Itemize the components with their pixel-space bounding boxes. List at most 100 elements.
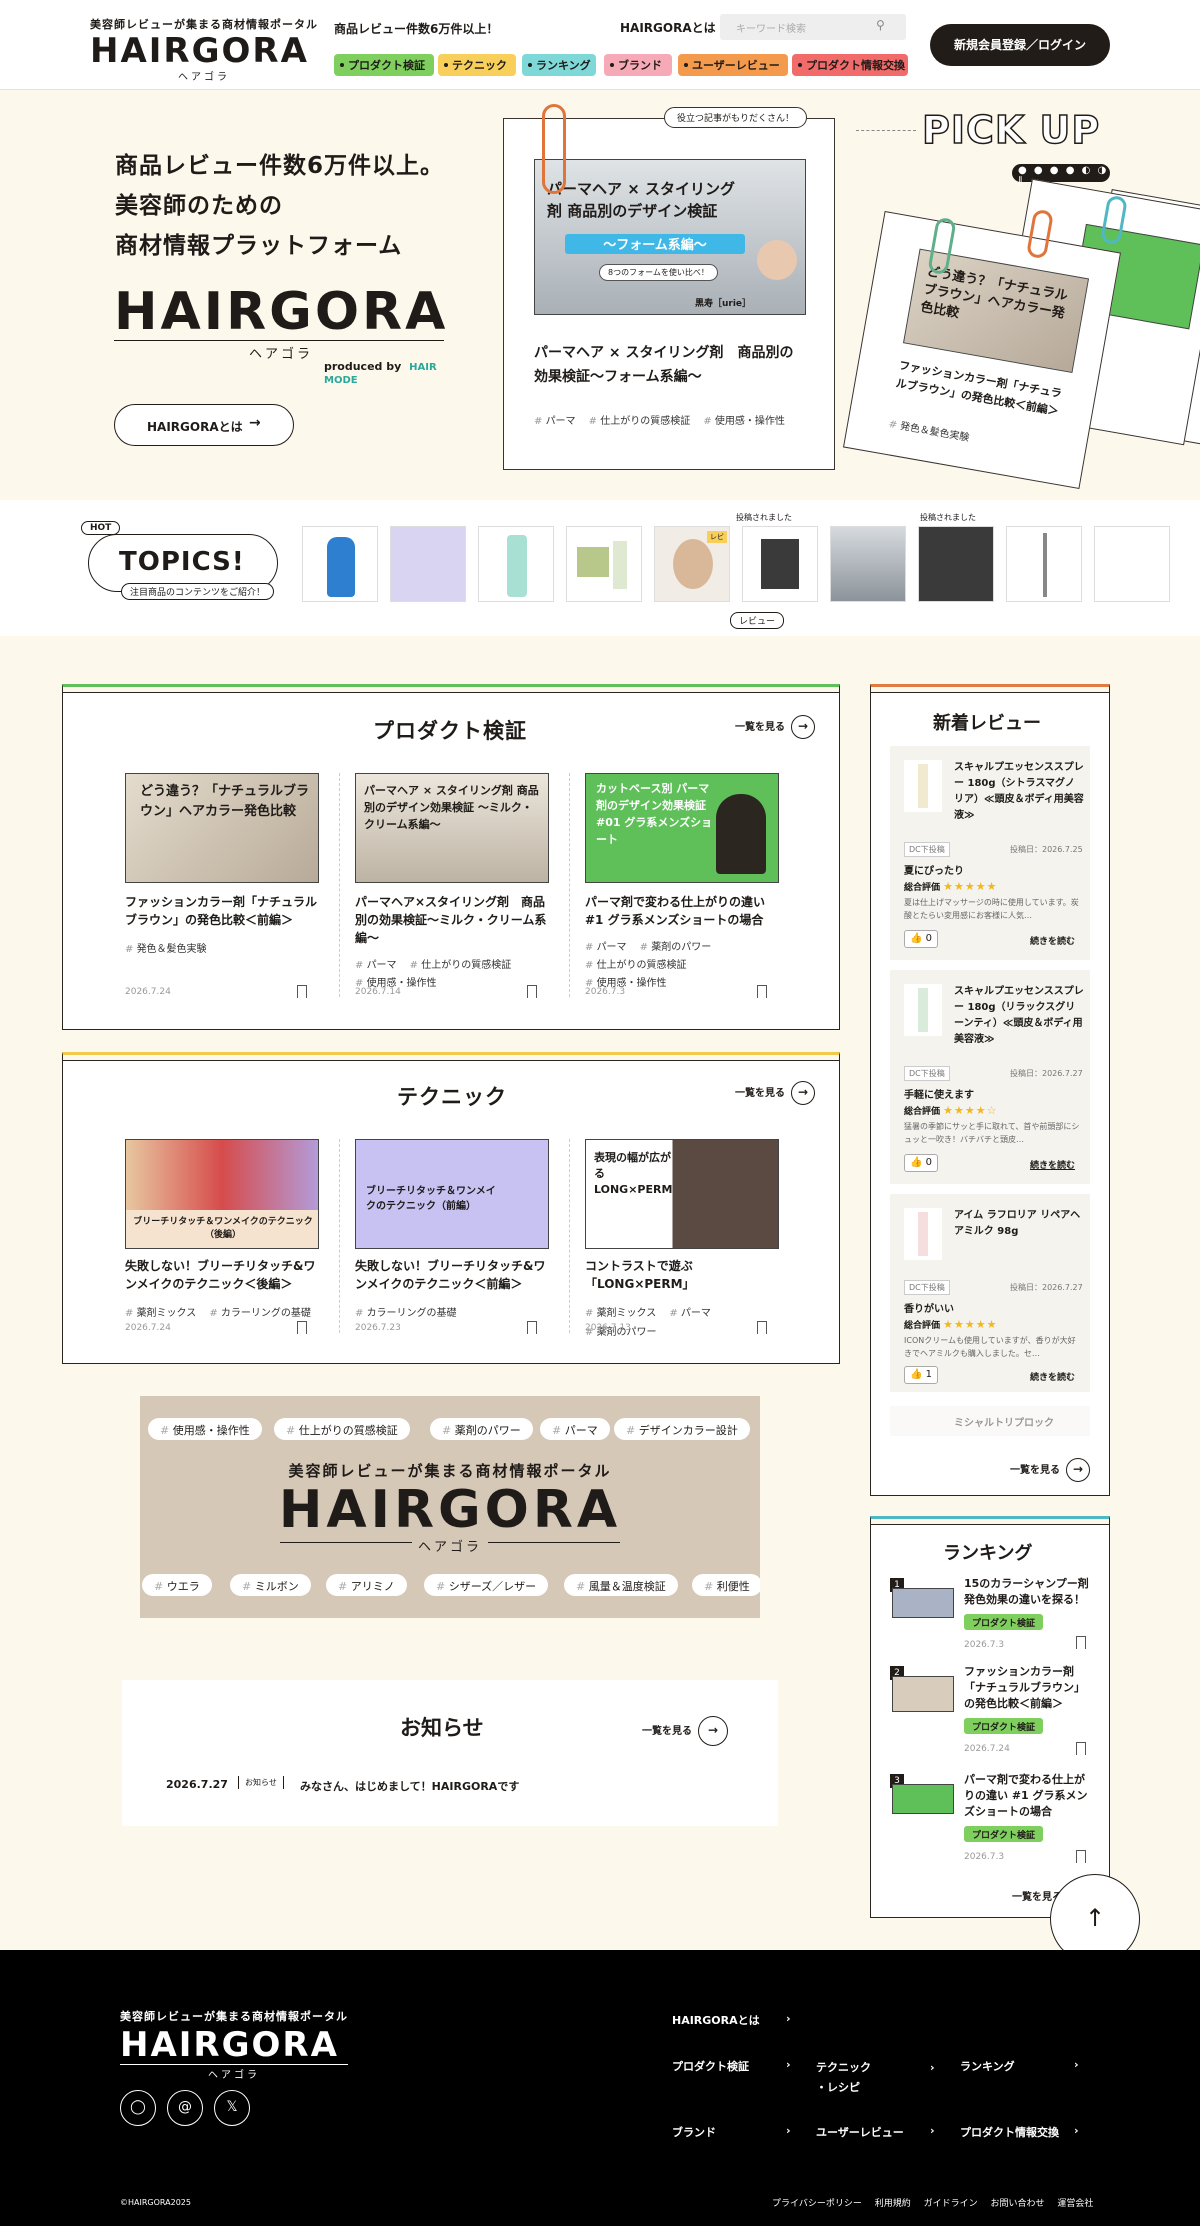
read-more-link[interactable]: 続きを読む xyxy=(1030,1370,1075,1383)
bookmark-icon[interactable] xyxy=(1076,1850,1086,1863)
signup-login-button[interactable]: 新規会員登録／ログイン xyxy=(930,24,1110,66)
nav-ranking[interactable]: ランキング xyxy=(522,54,596,76)
legal-link[interactable]: お問い合わせ xyxy=(990,2199,1044,2209)
banner-chip[interactable]: アリミノ xyxy=(326,1574,407,1596)
rank-category[interactable]: プロダクト検証 xyxy=(964,1826,1044,1842)
legal-link[interactable]: ガイドライン xyxy=(924,2199,978,2209)
legal-link[interactable]: 利用規約 xyxy=(875,2199,911,2209)
pickup-card-front[interactable]: どう違う？「ナチュラルブラウン」ヘアカラー発色比較 ファッションカラー剤「ナチュ… xyxy=(842,210,1122,490)
read-more-link[interactable]: 続きを読む xyxy=(1030,934,1075,947)
topics-carousel[interactable]: レビ xyxy=(302,526,1200,606)
article-title[interactable]: パーマヘア×スタイリング剤 商品別の効果検証〜ミルク・クリーム系編〜 xyxy=(355,893,555,947)
view-all-link[interactable]: 一覧を見る → xyxy=(735,715,815,739)
product-thumb-3[interactable]: カットベース別 パーマ剤のデザイン効果検証 #01 グラ系メンズショート xyxy=(585,773,779,883)
bookmark-icon[interactable] xyxy=(1076,1742,1086,1755)
topic-thumb[interactable] xyxy=(478,526,554,602)
feature-title[interactable]: パーマヘア × スタイリング剤 商品別の効果検証〜フォーム系編〜 xyxy=(534,341,806,389)
topic-thumb[interactable] xyxy=(1006,526,1082,602)
topic-thumb[interactable] xyxy=(302,526,378,602)
nav-brand[interactable]: ブランド xyxy=(604,54,672,76)
bookmark-icon[interactable] xyxy=(527,985,537,998)
banner-chip[interactable]: 使用感・操作性 xyxy=(148,1418,262,1440)
article-title[interactable]: コントラストで遊ぶ「LONG×PERM」 xyxy=(585,1257,785,1293)
footer-link-ranking[interactable]: ランキング › xyxy=(960,2058,1079,2074)
topic-thumb[interactable] xyxy=(390,526,466,602)
tag[interactable]: パーマ xyxy=(355,960,397,971)
view-all-link[interactable]: 一覧を見る → xyxy=(735,1081,815,1105)
about-link[interactable]: HAIRGORAとは xyxy=(620,19,716,36)
rank-thumb[interactable] xyxy=(892,1588,954,1618)
read-more-link[interactable]: 続きを読む xyxy=(1030,1158,1075,1171)
banner-chip[interactable]: ミルボン xyxy=(230,1574,311,1596)
tag[interactable]: 薬剤のパワー xyxy=(640,942,712,953)
technique-thumb-1[interactable]: ブリーチリタッチ＆ワンメイクのテクニック（後編） xyxy=(125,1139,319,1249)
bookmark-icon[interactable] xyxy=(297,985,307,998)
article-title[interactable]: 失敗しない！ブリーチリタッチ&ワンメイクのテクニック＜後編＞ xyxy=(125,1257,325,1293)
review-card[interactable]: スキャルプエッセンススプレー 180g（リラックスグリーンティ）≪頭皮＆ボディ用… xyxy=(890,970,1090,1184)
tag[interactable]: カラーリングの基礎 xyxy=(209,1308,311,1319)
view-all-link[interactable]: 一覧を見る → xyxy=(1010,1458,1090,1482)
technique-thumb-2[interactable]: ブリーチリタッチ＆ワンメイクのテクニック（前編） xyxy=(355,1139,549,1249)
review-card[interactable]: スキャルプエッセンススプレー 180g（シトラスマグノリア）≪頭皮＆ボディ用美容… xyxy=(890,746,1090,960)
bookmark-icon[interactable] xyxy=(1076,1636,1086,1649)
banner-chip[interactable]: 利便性 xyxy=(692,1574,760,1596)
banner-chip[interactable]: シザーズ／レザー xyxy=(424,1574,549,1596)
footer-link-exchange[interactable]: プロダクト情報交換 › xyxy=(960,2124,1079,2140)
product-thumb-2[interactable]: パーマヘア × スタイリング剤 商品別のデザイン効果検証 〜ミルク・クリーム系編… xyxy=(355,773,549,883)
footer-link-product[interactable]: プロダクト検証 › xyxy=(672,2058,791,2074)
banner-chip[interactable]: ウエラ xyxy=(142,1574,212,1596)
nav-product[interactable]: プロダクト検証 xyxy=(334,54,434,76)
nav-user-review[interactable]: ユーザーレビュー xyxy=(678,54,788,76)
tag[interactable]: 薬剤ミックス xyxy=(585,1308,656,1319)
nav-technique[interactable]: テクニック xyxy=(438,54,516,76)
topic-thumb[interactable] xyxy=(830,526,906,602)
footer-link-brand[interactable]: ブランド › xyxy=(672,2124,791,2140)
bookmark-icon[interactable] xyxy=(757,985,767,998)
tag[interactable]: パーマ xyxy=(534,416,576,427)
tag[interactable]: 発色＆髪色実験 xyxy=(125,944,207,955)
bookmark-icon[interactable] xyxy=(297,1321,307,1334)
news-text[interactable]: みなさん、はじめまして！HAIRGORAです xyxy=(300,1778,519,1794)
search-icon[interactable]: ⚲ xyxy=(876,18,885,32)
article-title[interactable]: パーマ剤で変わる仕上がりの違い #1 グラ系メンズショートの場合 xyxy=(585,893,785,929)
bookmark-icon[interactable] xyxy=(527,1321,537,1334)
tag[interactable]: パーマ xyxy=(585,942,627,953)
banner-chip[interactable]: 風量＆温度検証 xyxy=(564,1574,678,1596)
banner-chip[interactable]: パーマ xyxy=(540,1418,610,1440)
review-card[interactable]: アイム ラフロリア リペアヘアミルク 98g DC下投稿 投稿日：2026.7.… xyxy=(890,1194,1090,1392)
topic-thumb[interactable] xyxy=(566,526,642,602)
legal-link[interactable]: 運営会社 xyxy=(1057,2199,1093,2209)
rank-title[interactable]: 15のカラーシャンプー剤 発色効果の違いを探る！ xyxy=(964,1576,1090,1608)
like-button[interactable]: 👍 0 xyxy=(904,1154,938,1172)
tag[interactable]: カラーリングの基礎 xyxy=(355,1308,457,1319)
like-button[interactable]: 👍 1 xyxy=(904,1366,938,1384)
view-all-link[interactable]: 一覧を見る → xyxy=(642,1716,728,1746)
legal-link[interactable]: プライバシーポリシー xyxy=(772,2199,862,2209)
carousel-controls[interactable]: ● ● ● ● ◐ ◑ ∥ xyxy=(1012,164,1110,187)
topic-thumb[interactable] xyxy=(742,526,818,602)
footer-logo[interactable]: 美容師レビューが集まる商材情報ポータル HAIRGORA ヘアゴラ xyxy=(120,2008,348,2081)
tag[interactable]: パーマ xyxy=(669,1308,711,1319)
tag[interactable]: 仕上がりの質感検証 xyxy=(589,416,691,427)
topic-thumb[interactable] xyxy=(1094,526,1170,602)
about-hairgora-button[interactable]: HAIRGORAとは → xyxy=(114,404,294,446)
rank-category[interactable]: プロダクト検証 xyxy=(964,1614,1044,1630)
footer-link-technique[interactable]: テクニック ・レシピ › xyxy=(816,2058,935,2098)
banner-chip[interactable]: 薬剤のパワー xyxy=(430,1418,533,1440)
tag[interactable]: 薬剤ミックス xyxy=(125,1308,196,1319)
bookmark-icon[interactable] xyxy=(757,1321,767,1334)
banner-chip[interactable]: 仕上がりの質感検証 xyxy=(274,1418,410,1440)
technique-thumb-3[interactable]: 表現の幅が広がる LONG×PERM xyxy=(585,1139,779,1249)
header-logo[interactable]: 美容師レビューが集まる商材情報ポータル HAIRGORA ヘアゴラ xyxy=(90,16,318,83)
rank-title[interactable]: パーマ剤で変わる仕上がりの違い #1 グラ系メンズショートの場合 xyxy=(964,1772,1090,1820)
tag[interactable]: 発色＆髪色実験 xyxy=(888,419,970,444)
topic-thumb[interactable]: レビ xyxy=(654,526,730,602)
banner-chip[interactable]: デザインカラー設計 xyxy=(614,1418,750,1440)
tag[interactable]: 仕上がりの質感検証 xyxy=(585,960,687,971)
instagram-icon[interactable]: ◯ xyxy=(120,2090,156,2126)
threads-icon[interactable]: @ xyxy=(167,2090,203,2126)
hairgora-banner[interactable]: 使用感・操作性 仕上がりの質感検証 薬剤のパワー パーマ デザインカラー設計 美… xyxy=(140,1396,760,1618)
tag[interactable]: 仕上がりの質感検証 xyxy=(410,960,512,971)
rank-category[interactable]: プロダクト検証 xyxy=(964,1718,1044,1734)
x-twitter-icon[interactable]: 𝕏 xyxy=(214,2090,250,2126)
